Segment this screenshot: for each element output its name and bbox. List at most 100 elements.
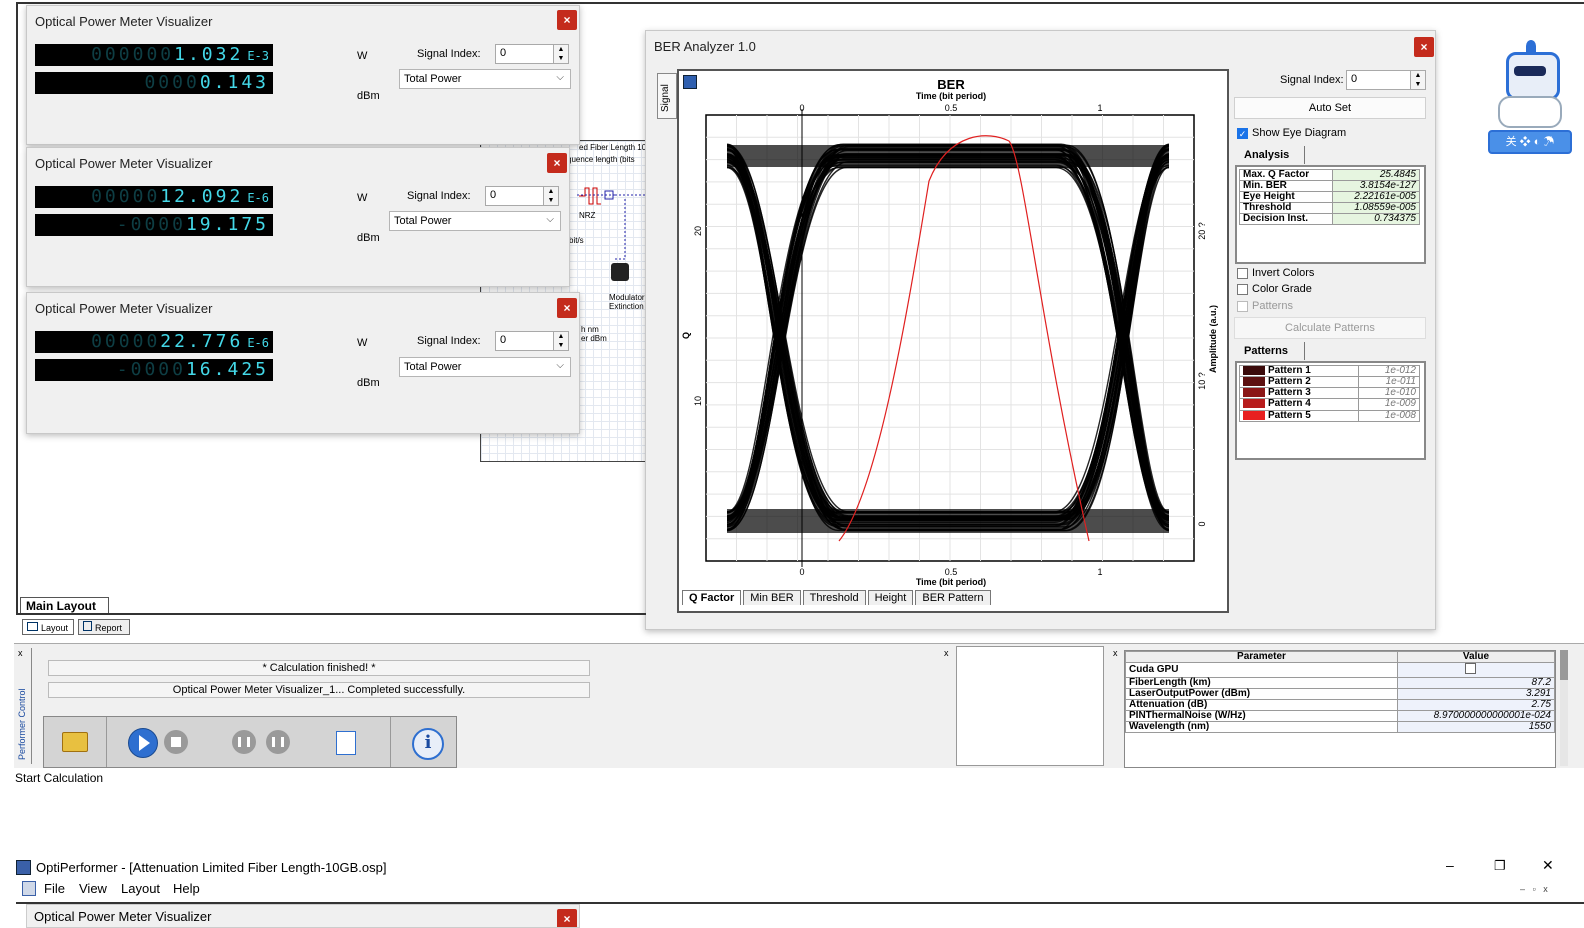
spin-up-icon[interactable]: ▲ bbox=[553, 45, 568, 54]
calculate-patterns-button[interactable]: Calculate Patterns bbox=[1234, 317, 1426, 339]
param-value[interactable]: 3.291 bbox=[1397, 688, 1555, 700]
dock-pane-blank bbox=[956, 646, 1104, 766]
unit-watt-label: W bbox=[357, 192, 368, 204]
param-value[interactable] bbox=[1397, 662, 1555, 678]
mode-select[interactable]: Total Power ⌵ bbox=[399, 69, 571, 89]
menu-doc-icon[interactable] bbox=[22, 881, 36, 896]
close-button[interactable]: × bbox=[557, 10, 577, 30]
lcd-ghost-digits: -0000 bbox=[116, 359, 186, 380]
view-tab-report[interactable]: Report bbox=[78, 619, 130, 635]
mascot-toolbar[interactable]: 关 ❖ ◐ ☂ bbox=[1488, 130, 1572, 154]
unit-watt-label: W bbox=[357, 50, 368, 62]
x-tick-label-top: 1 bbox=[1097, 103, 1102, 113]
signal-side-tab-label: Signal bbox=[660, 84, 671, 112]
cuda-gpu-checkbox[interactable] bbox=[1465, 663, 1476, 674]
menu-item-layout[interactable]: Layout bbox=[121, 881, 160, 896]
param-value[interactable]: 2.75 bbox=[1397, 699, 1555, 711]
invert-colors-label: Invert Colors bbox=[1252, 267, 1315, 279]
bottom-tab[interactable]: Q Factor bbox=[682, 590, 742, 605]
schematic-text: h nm bbox=[581, 325, 599, 334]
close-button[interactable]: × bbox=[547, 153, 567, 173]
toolbar-separator bbox=[390, 717, 391, 767]
mode-select-value: Total Power bbox=[404, 361, 462, 373]
patterns-checkbox[interactable] bbox=[1237, 301, 1248, 312]
chevron-down-icon: ⌵ bbox=[556, 360, 564, 371]
bottom-tab[interactable]: Height bbox=[867, 590, 914, 605]
pattern-label: Pattern 1 bbox=[1268, 365, 1311, 377]
signal-index-input[interactable]: 0 ▲ ▼ bbox=[1346, 70, 1426, 90]
minimize-button[interactable]: – bbox=[1446, 857, 1454, 873]
close-button[interactable]: × bbox=[557, 298, 577, 318]
analysis-tab[interactable]: Analysis bbox=[1236, 146, 1305, 164]
invert-colors-checkbox[interactable] bbox=[1237, 268, 1248, 279]
spin-up-icon[interactable]: ▲ bbox=[1410, 71, 1425, 80]
menu-item-file[interactable]: File bbox=[44, 881, 65, 896]
spin-up-icon[interactable]: ▲ bbox=[543, 187, 558, 196]
signal-index-input[interactable]: 0 ▲ ▼ bbox=[485, 186, 559, 206]
robot-icon bbox=[1506, 52, 1560, 100]
forward-icon[interactable] bbox=[266, 730, 290, 754]
opm-window-2[interactable]: Optical Power Meter Visualizer × 0000012… bbox=[26, 147, 570, 287]
open-folder-icon[interactable] bbox=[62, 732, 88, 752]
spin-down-icon[interactable]: ▼ bbox=[553, 341, 568, 350]
info-icon[interactable]: i bbox=[412, 728, 444, 760]
signal-index-value: 0 bbox=[500, 47, 507, 59]
signal-index-input[interactable]: 0 ▲ ▼ bbox=[495, 331, 569, 351]
peek-window-title: Optical Power Meter Visualizer bbox=[34, 909, 212, 924]
opm-window-3[interactable]: Optical Power Meter Visualizer × 0000022… bbox=[26, 292, 580, 434]
view-tab-layout[interactable]: Layout bbox=[22, 619, 74, 635]
rewind-icon[interactable] bbox=[232, 730, 256, 754]
dock-close-icon[interactable]: x bbox=[18, 648, 23, 658]
menu-item-view[interactable]: View bbox=[79, 881, 107, 896]
param-key: Cuda GPU bbox=[1125, 662, 1398, 678]
main-layout-tab[interactable]: Main Layout bbox=[20, 597, 109, 614]
param-value[interactable]: 1550 bbox=[1397, 721, 1555, 733]
param-key: FiberLength (km) bbox=[1125, 677, 1398, 689]
close-button[interactable]: × bbox=[1414, 37, 1434, 57]
y-left-tick-label: 10 bbox=[693, 396, 703, 406]
ber-analyzer-window[interactable]: BER Analyzer 1.0 × Signal BER Time (bit p… bbox=[645, 30, 1436, 630]
patterns-tab[interactable]: Patterns bbox=[1236, 342, 1305, 360]
param-scrollbar[interactable] bbox=[1560, 650, 1568, 766]
close-button[interactable]: × bbox=[557, 909, 577, 927]
spin-down-icon[interactable]: ▼ bbox=[543, 196, 558, 205]
spin-down-icon[interactable]: ▼ bbox=[553, 54, 568, 63]
window-title: Optical Power Meter Visualizer bbox=[35, 156, 213, 171]
pattern-key: Pattern 2 bbox=[1238, 376, 1360, 389]
stop-icon[interactable] bbox=[164, 730, 188, 754]
report-doc-icon[interactable] bbox=[336, 731, 356, 755]
param-value[interactable]: 87.2 bbox=[1397, 677, 1555, 689]
signal-side-tab[interactable]: Signal bbox=[657, 73, 677, 119]
auto-set-button[interactable]: Auto Set bbox=[1234, 97, 1426, 119]
patterns-tab-label: Patterns bbox=[1244, 345, 1289, 357]
dock-close-icon[interactable]: x bbox=[944, 648, 949, 658]
x-axis-title-bottom: Time (bit period) bbox=[916, 577, 986, 587]
mode-select[interactable]: Total Power ⌵ bbox=[399, 357, 571, 377]
spin-up-icon[interactable]: ▲ bbox=[553, 332, 568, 341]
bottom-tab[interactable]: Threshold bbox=[802, 590, 866, 605]
play-icon[interactable] bbox=[128, 728, 158, 758]
signal-index-label: Signal Index: bbox=[417, 48, 481, 60]
show-eye-checkbox[interactable]: ✓ bbox=[1237, 128, 1248, 139]
mode-select-value: Total Power bbox=[394, 215, 452, 227]
mode-select[interactable]: Total Power ⌵ bbox=[389, 211, 561, 231]
plot-title: BER bbox=[937, 77, 965, 92]
analysis-table: Max. Q Factor 25.4845 Min. BER 3.8154e-127 E… bbox=[1239, 169, 1421, 225]
param-value[interactable]: 8.970000000000001e-024 bbox=[1397, 710, 1555, 722]
app-close-button[interactable]: ✕ bbox=[1542, 857, 1554, 874]
maximize-button[interactable]: ❐ bbox=[1494, 858, 1506, 874]
signal-index-input[interactable]: 0 ▲ ▼ bbox=[495, 44, 569, 64]
chevron-down-icon: ⌵ bbox=[546, 214, 554, 225]
pattern-key: Pattern 3 bbox=[1238, 387, 1360, 400]
color-grade-checkbox[interactable] bbox=[1237, 284, 1248, 295]
dock-close-icon[interactable]: x bbox=[1113, 648, 1118, 658]
mascot-widget[interactable]: 关 ❖ ◐ ☂ bbox=[1488, 38, 1572, 154]
spin-down-icon[interactable]: ▼ bbox=[1410, 80, 1425, 89]
bottom-tab[interactable]: Min BER bbox=[743, 590, 801, 605]
param-key: LaserOutputPower (dBm) bbox=[1125, 688, 1398, 700]
mdi-controls[interactable]: – ▫ x bbox=[1520, 884, 1548, 894]
main-frame-left bbox=[16, 2, 18, 614]
menu-item-help[interactable]: Help bbox=[173, 881, 200, 896]
opm-window-1[interactable]: Optical Power Meter Visualizer × 0000001… bbox=[26, 5, 580, 145]
bottom-tab[interactable]: BER Pattern bbox=[915, 590, 991, 605]
